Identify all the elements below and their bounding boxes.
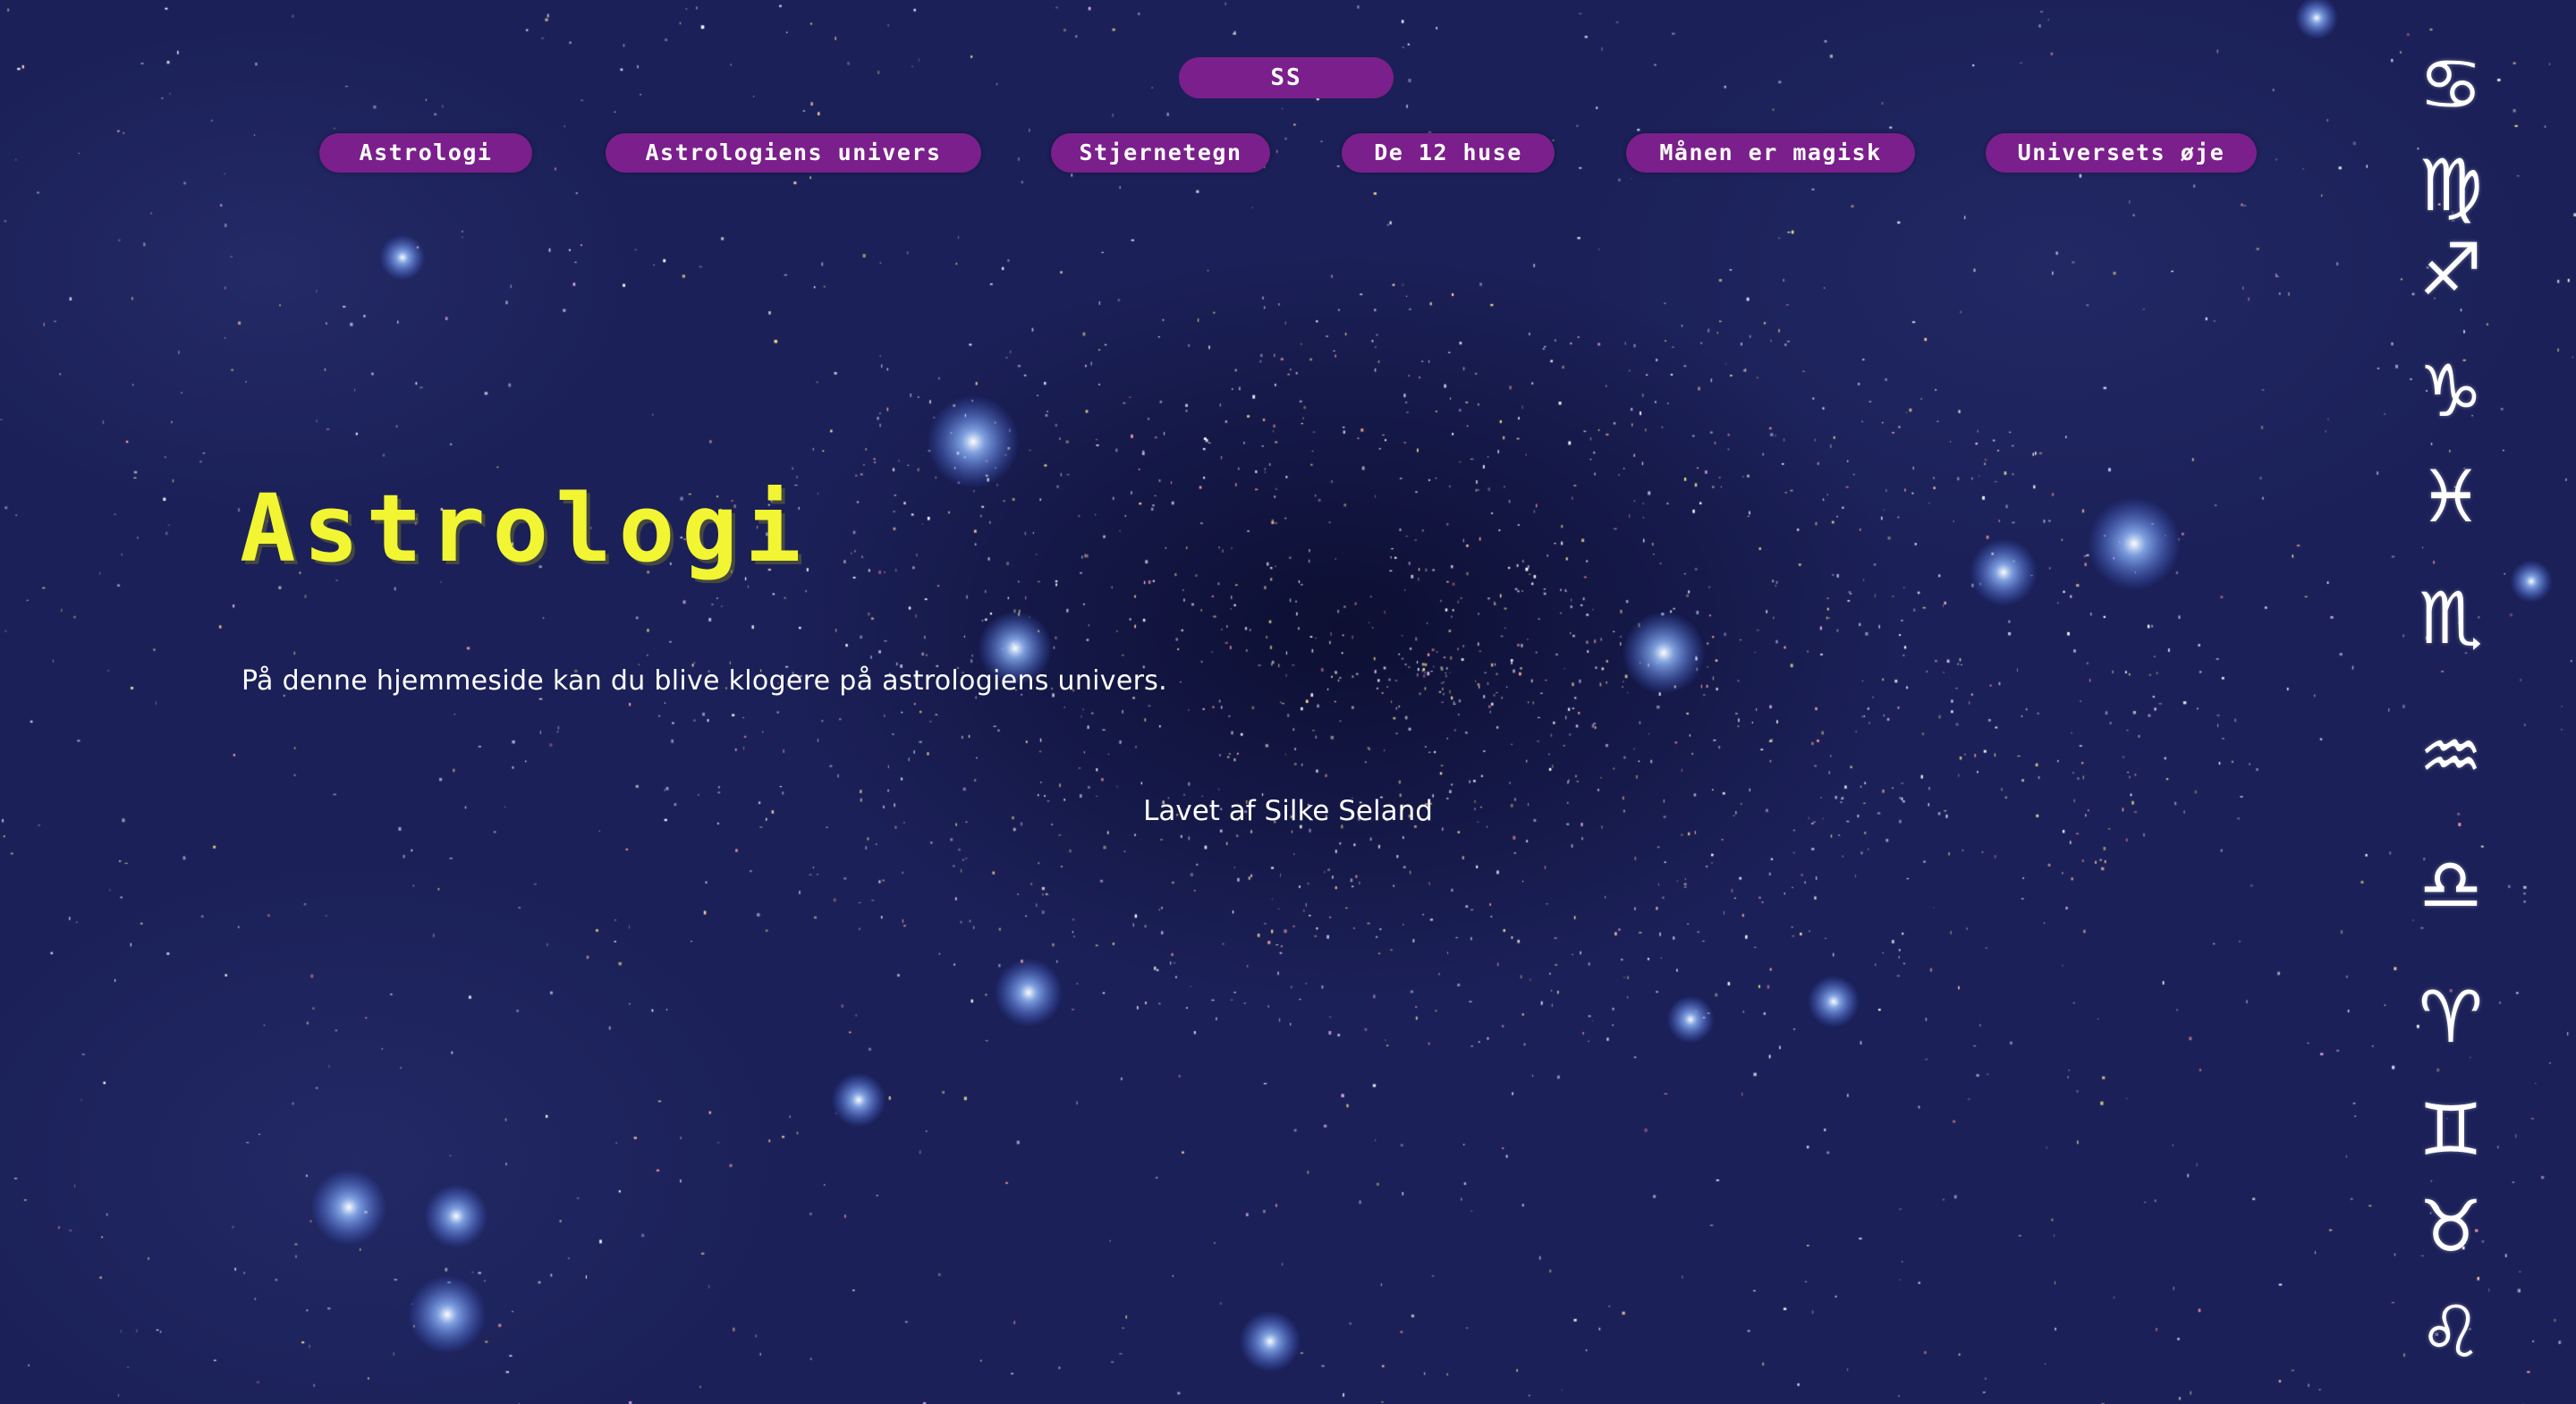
starfield-background [0,0,2576,1404]
gemini-icon: ♊ [2419,1088,2483,1171]
nav-item-universets-oeje[interactable]: Universets øje [1986,133,2257,173]
leo-icon: ♌ [2419,1290,2483,1374]
nav-item-de-12-huse[interactable]: De 12 huse [1342,133,1555,173]
scorpio-icon: ♏ [2419,577,2483,660]
nav-item-astrologiens-univers[interactable]: Astrologiens univers [606,133,981,173]
sagittarius-icon: ♐ [2419,228,2483,311]
logo-button[interactable]: SS [1179,57,1394,98]
nav-item-astrologi[interactable]: Astrologi [319,133,532,173]
cancer-icon: ♋ [2419,43,2483,126]
taurus-icon: ♉ [2419,1185,2483,1268]
aries-icon: ♈ [2419,976,2483,1059]
nav-item-maanen-er-magisk[interactable]: Månen er magisk [1626,133,1915,173]
libra-icon: ♎ [2419,843,2483,926]
virgo-icon: ♍ [2419,144,2483,227]
page-title: Astrologi [240,474,809,583]
aquarius-icon: ♒ [2419,715,2483,798]
pisces-icon: ♓ [2419,455,2483,538]
credit-text: Lavet af Silke Seland [1143,795,1433,827]
intro-text: På denne hjemmeside kan du blive klogere… [242,665,1168,697]
nav-item-stjernetegn[interactable]: Stjernetegn [1051,133,1270,173]
capricorn-icon: ♑ [2419,350,2483,433]
